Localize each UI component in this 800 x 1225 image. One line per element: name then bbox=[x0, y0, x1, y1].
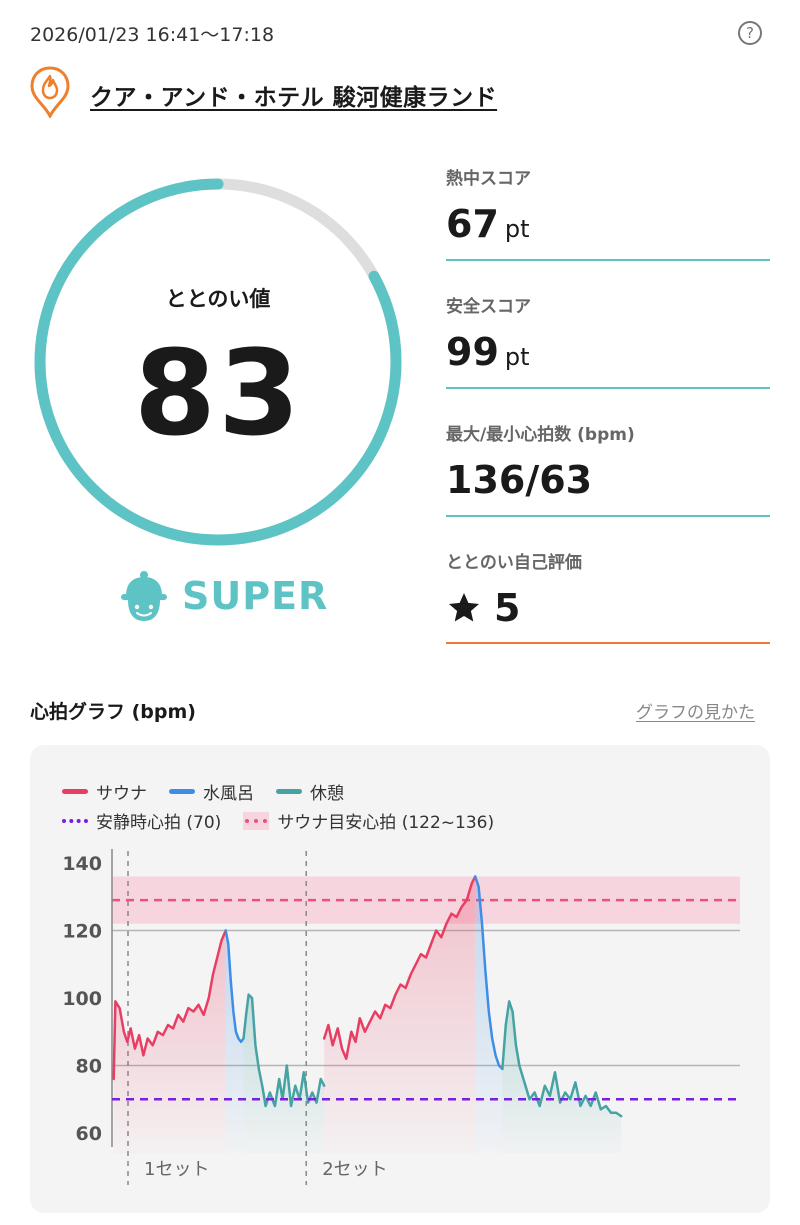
legend-item-sauna-target: サウナ目安心拍 (122~136) bbox=[243, 808, 494, 833]
y-tick-label: 140 bbox=[62, 853, 102, 875]
legend-item-sauna: サウナ bbox=[62, 779, 147, 804]
series-area bbox=[243, 994, 325, 1154]
metric-label: 安全スコア bbox=[446, 297, 531, 317]
metric-value: 136/63 bbox=[446, 457, 770, 503]
metric-value: 67 pt bbox=[446, 201, 770, 252]
legend-label: サウナ目安心拍 (122~136) bbox=[277, 813, 495, 833]
graph-title: 心拍グラフ (bpm) bbox=[30, 701, 196, 723]
y-tick-label: 100 bbox=[62, 988, 102, 1010]
help-icon[interactable]: ? bbox=[738, 21, 762, 45]
legend-swatch bbox=[243, 811, 270, 830]
metric-divider bbox=[446, 515, 770, 517]
metric-divider bbox=[446, 259, 770, 261]
metric-number: 67 bbox=[446, 202, 499, 246]
metric-divider bbox=[446, 642, 770, 644]
session-datetime: 2026/01/23 16:41〜17:18 bbox=[30, 24, 275, 46]
sauna-flame-pin-icon bbox=[30, 66, 70, 118]
metric-number: 99 bbox=[446, 330, 499, 374]
legend-row-2: 安静時心拍 (70) サウナ目安心拍 (122~136) bbox=[62, 808, 516, 833]
rank-label: SUPER bbox=[182, 574, 329, 618]
legend-item-resting-hr: 安静時心拍 (70) bbox=[62, 808, 221, 833]
heart-rate-chart: 60 80 100 120 140 1セット 2セット bbox=[62, 849, 740, 1185]
legend-row-1: サウナ 水風呂 休憩 bbox=[62, 779, 366, 804]
legend-label: サウナ bbox=[96, 784, 147, 804]
metric-value: 5 bbox=[446, 585, 770, 631]
metric-divider bbox=[446, 387, 770, 389]
legend-swatch bbox=[276, 789, 302, 794]
metric-heart-rate: 最大/最小心拍数 (bpm) 136/63 bbox=[446, 420, 770, 517]
sauna-hat-face-icon bbox=[121, 571, 167, 621]
legend-swatch bbox=[169, 789, 195, 794]
legend-item-water: 水風呂 bbox=[169, 779, 254, 804]
legend-swatch bbox=[62, 818, 88, 823]
legend-swatch bbox=[62, 789, 88, 794]
metric-self-rating[interactable]: ととのい自己評価 5 bbox=[446, 548, 770, 644]
legend-label: 水風呂 bbox=[203, 784, 254, 804]
metric-label: 熱中スコア bbox=[446, 169, 531, 189]
y-tick-label: 80 bbox=[76, 1056, 102, 1078]
metric-unit: pt bbox=[504, 215, 530, 243]
metric-label: ととのい自己評価 bbox=[446, 553, 582, 573]
star-icon bbox=[449, 593, 479, 622]
metric-value: 99 pt bbox=[446, 329, 770, 380]
totonoi-label: ととのい値 bbox=[165, 287, 271, 311]
legend-label: 休憩 bbox=[310, 784, 344, 804]
legend-item-rest: 休憩 bbox=[276, 779, 344, 804]
facility-name-link[interactable]: クア・アンド・ホテル 駿河健康ランド bbox=[90, 78, 497, 112]
metric-label: 最大/最小心拍数 (bpm) bbox=[446, 425, 635, 445]
rating-value: 5 bbox=[494, 586, 521, 630]
totonoi-value: 83 bbox=[133, 324, 303, 462]
metric-unit: pt bbox=[504, 343, 530, 371]
y-tick-label: 120 bbox=[62, 921, 102, 943]
series-area bbox=[113, 930, 226, 1154]
metric-number: 136/63 bbox=[446, 458, 593, 502]
graph-guide-link[interactable]: グラフの見かた bbox=[636, 698, 755, 723]
legend-label: 安静時心拍 (70) bbox=[96, 813, 222, 833]
metric-heat-score: 熱中スコア 67 pt bbox=[446, 164, 770, 261]
y-tick-label: 60 bbox=[76, 1123, 102, 1145]
set-marker-label: 1セット bbox=[144, 1159, 209, 1180]
set-marker-label: 2セット bbox=[322, 1159, 387, 1180]
series-area bbox=[502, 1001, 622, 1154]
metric-safety-score: 安全スコア 99 pt bbox=[446, 292, 770, 389]
